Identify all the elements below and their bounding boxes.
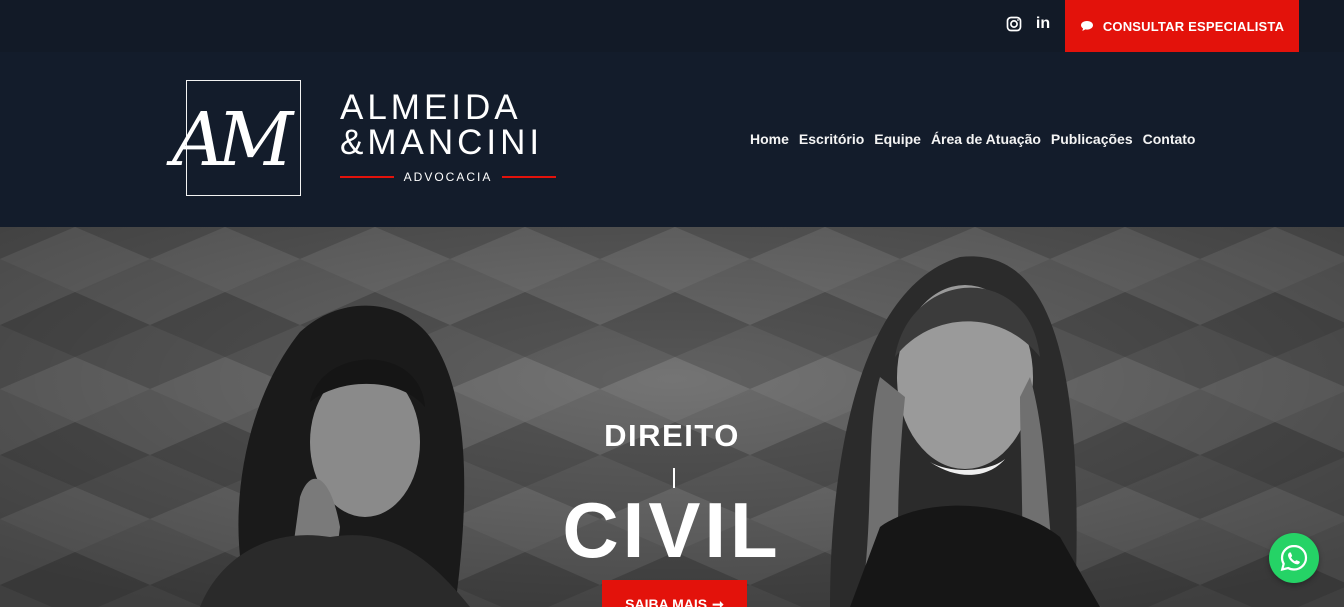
main-nav: Home Escritório Equipe Área de Atuação P… — [750, 131, 1196, 147]
linkedin-icon[interactable]: in — [1034, 15, 1052, 33]
consult-specialist-label: CONSULTAR ESPECIALISTA — [1102, 18, 1285, 34]
chat-bubble-icon — [1080, 21, 1093, 31]
nav-item-home[interactable]: Home — [750, 131, 789, 147]
hero-banner: DIREITO CIVIL SAIBA MAIS ➞ — [0, 227, 1344, 607]
logo-name-line1: ALMEIDA — [340, 88, 522, 127]
logo-subtitle-row: ADVOCACIA — [340, 170, 556, 184]
instagram-icon[interactable] — [1005, 15, 1023, 33]
logo[interactable]: AM ALMEIDA &MANCINI ADVOCACIA — [172, 80, 562, 200]
nav-item-publicacoes[interactable]: Publicações — [1051, 131, 1133, 147]
logo-monogram: AM — [172, 97, 293, 183]
hero-title-big: CIVIL — [562, 486, 782, 574]
hero-divider — [673, 468, 675, 488]
linkedin-glyph: in — [1035, 15, 1051, 32]
site-header: AM ALMEIDA &MANCINI ADVOCACIA Home Escri… — [0, 52, 1344, 227]
nav-item-contato[interactable]: Contato — [1143, 131, 1196, 147]
top-bar: in CONSULTAR ESPECIALISTA — [0, 0, 1344, 52]
consult-specialist-button[interactable]: CONSULTAR ESPECIALISTA — [1065, 0, 1299, 52]
logo-rule-right — [502, 176, 556, 178]
nav-item-equipe[interactable]: Equipe — [874, 131, 921, 147]
logo-rule-left — [340, 176, 394, 178]
nav-item-escritorio[interactable]: Escritório — [799, 131, 864, 147]
arrow-right-icon: ➞ — [712, 596, 724, 607]
nav-item-area-de-atuacao[interactable]: Área de Atuação — [931, 131, 1041, 147]
learn-more-button[interactable]: SAIBA MAIS ➞ — [602, 580, 747, 607]
learn-more-label: SAIBA MAIS — [625, 596, 708, 607]
whatsapp-icon — [1280, 544, 1308, 572]
hero-title-small: DIREITO — [604, 418, 740, 453]
logo-name-line2: &MANCINI — [340, 123, 544, 162]
logo-subtitle: ADVOCACIA — [403, 170, 493, 184]
whatsapp-button[interactable] — [1269, 533, 1319, 583]
